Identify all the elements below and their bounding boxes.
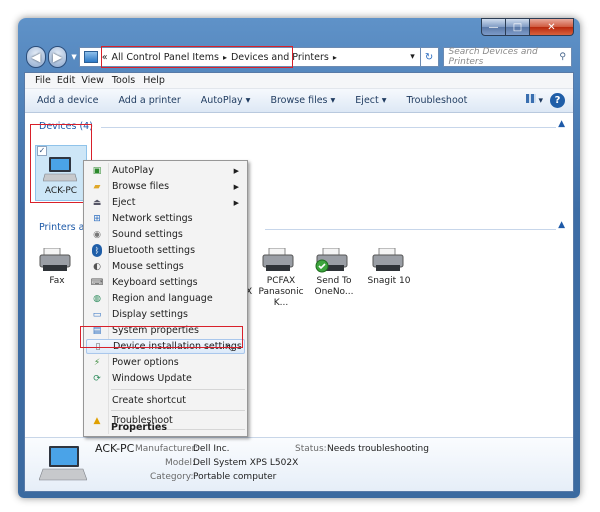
refresh-button[interactable]: ↻ — [420, 47, 439, 67]
menu-separator — [111, 389, 245, 390]
browse-files-button[interactable]: Browse files ▾ — [270, 95, 335, 106]
details-manufacturer-label: Manufacturer: — [135, 444, 199, 454]
network-icon: ⊞ — [93, 213, 101, 224]
add-device-button[interactable]: Add a device — [37, 95, 98, 106]
forward-button[interactable]: ▶ — [47, 46, 68, 68]
details-manufacturer: Dell Inc. — [193, 444, 230, 454]
mouse-icon: ◐ — [93, 261, 101, 272]
recent-pages-dropdown[interactable]: ▼ — [71, 53, 76, 61]
details-model: Dell System XPS L502X — [193, 458, 299, 468]
menu-item-sound-settings[interactable]: ◉ Sound settings — [86, 227, 245, 242]
devices-and-printers-window: — □ ✕ ◀ ▶ ▼ « All Control Panel Items ▸ … — [18, 18, 580, 498]
menu-item-region-and-language[interactable]: ◍ Region and language — [86, 291, 245, 306]
devices-group-divider — [101, 127, 556, 128]
view-dropdown-icon: ▾ — [538, 96, 543, 106]
change-view-button[interactable]: ▾ — [525, 94, 543, 106]
menu-file[interactable]: File — [35, 75, 51, 86]
details-status-label: Status: — [295, 444, 327, 454]
menu-item-network-settings[interactable]: ⊞ Network settings — [86, 211, 245, 226]
close-button[interactable]: ✕ — [530, 18, 574, 36]
printer-label-pcfax[interactable]: PCFAX Panasonic K... — [251, 276, 311, 309]
menu-item-properties[interactable]: Properties — [85, 420, 244, 435]
snagit-printer-icon — [371, 247, 407, 275]
menu-item-autoplay[interactable]: ▣ AutoPlay ▶ — [86, 163, 245, 178]
menu-view[interactable]: View — [81, 75, 104, 86]
back-button[interactable]: ◀ — [26, 46, 46, 68]
power-icon: ⚡ — [93, 357, 101, 368]
breadcrumb-separator[interactable]: ▸ — [333, 53, 337, 62]
printers-collapse-icon[interactable]: ▲ — [558, 220, 565, 230]
details-status: Needs troubleshooting — [327, 444, 429, 454]
menu-separator — [111, 410, 245, 411]
menu-item-keyboard-settings[interactable]: ⌨ Keyboard settings — [86, 275, 245, 290]
menu-bar: File Edit View Tools Help — [25, 73, 573, 89]
globe-icon: ◍ — [93, 293, 101, 304]
autoplay-button[interactable]: AutoPlay ▾ — [201, 95, 251, 106]
eject-button[interactable]: Eject ▾ — [355, 95, 386, 106]
search-icon: ⚲ — [559, 52, 566, 62]
explorer-client-area: File Edit View Tools Help Add a device A… — [24, 72, 574, 492]
submenu-arrow-icon: ▶ — [233, 166, 239, 175]
details-category-label: Category: — [150, 472, 194, 482]
add-printer-button[interactable]: Add a printer — [118, 95, 180, 106]
printers-group-header[interactable]: Printers a — [39, 222, 84, 233]
pcfax-printer-icon — [261, 247, 297, 275]
control-panel-icon — [83, 51, 98, 63]
printer-label-fax[interactable]: Fax — [37, 276, 77, 287]
menu-item-create-shortcut[interactable]: Create shortcut — [86, 393, 245, 408]
submenu-arrow-icon: ▶ — [233, 198, 239, 207]
details-device-name: ACK-PC — [95, 442, 135, 455]
details-model-label: Model: — [165, 458, 196, 468]
sound-icon: ◉ — [93, 229, 101, 240]
breadcrumb-highlight-box — [100, 46, 293, 68]
menu-edit[interactable]: Edit — [57, 75, 75, 86]
autoplay-icon: ▣ — [92, 165, 102, 176]
minimize-button[interactable]: — — [481, 18, 506, 36]
details-laptop-icon — [38, 444, 88, 487]
details-pane: ACK-PC Manufacturer: Dell Inc. Model: De… — [25, 437, 573, 491]
back-arrow-icon: ◀ — [31, 50, 41, 64]
keyboard-icon: ⌨ — [90, 277, 104, 288]
display-icon: ▭ — [92, 309, 102, 320]
menu-tools[interactable]: Tools — [112, 75, 135, 86]
menu-item-bluetooth-settings[interactable]: ᛒ Bluetooth settings — [86, 243, 245, 258]
printer-label-snagit[interactable]: Snagit 10 — [363, 276, 415, 287]
command-bar: Add a device Add a printer AutoPlay ▾ Br… — [25, 89, 573, 113]
device-context-menu: ▣ AutoPlay ▶ ▰ Browse files ▶ ⏏ Eject ▶ ⊞ Netwo… — [83, 160, 248, 437]
help-icon: ? — [554, 95, 561, 106]
refresh-icon: ↻ — [424, 51, 434, 63]
menu-item-eject[interactable]: ⏏ Eject ▶ — [86, 195, 245, 210]
printers-group-divider — [265, 229, 556, 230]
address-dropdown[interactable]: ▾ — [410, 52, 415, 62]
address-box[interactable]: « All Control Panel Items ▸ Devices and … — [78, 46, 421, 68]
windows-update-icon: ⟳ — [93, 373, 101, 384]
devices-collapse-icon[interactable]: ▲ — [558, 119, 565, 129]
menu-item-browse-files[interactable]: ▰ Browse files ▶ — [86, 179, 245, 194]
menu-item-power-options[interactable]: ⚡ Power options — [86, 355, 245, 370]
folder-icon: ▰ — [93, 181, 101, 192]
printer-label-send-to-onenote[interactable]: Send To OneNo... — [309, 276, 359, 298]
eject-icon: ⏏ — [92, 197, 102, 208]
troubleshoot-button[interactable]: Troubleshoot — [407, 95, 468, 106]
submenu-arrow-icon: ▶ — [233, 182, 239, 191]
maximize-button[interactable]: □ — [506, 18, 530, 36]
bluetooth-icon: ᛒ — [92, 244, 102, 257]
search-placeholder: Search Devices and Printers — [448, 47, 538, 67]
menu-help[interactable]: Help — [143, 75, 165, 86]
menu-item-highlight-box — [80, 326, 243, 348]
menu-item-windows-update[interactable]: ⟳ Windows Update — [86, 371, 245, 386]
view-icon — [525, 94, 536, 103]
details-category: Portable computer — [193, 472, 277, 482]
menu-item-mouse-settings[interactable]: ◐ Mouse settings — [86, 259, 245, 274]
forward-arrow-icon: ▶ — [52, 50, 63, 64]
help-button[interactable]: ? — [550, 93, 565, 108]
fax-printer-icon — [39, 247, 73, 275]
address-bar-row: ◀ ▶ ▼ « All Control Panel Items ▸ Device… — [26, 46, 572, 68]
onenote-printer-icon — [315, 247, 351, 277]
menu-item-display-settings[interactable]: ▭ Display settings — [86, 307, 245, 322]
caption-buttons: — □ ✕ — [481, 18, 574, 36]
search-box[interactable]: Search Devices and Printers ⚲ — [442, 47, 572, 67]
